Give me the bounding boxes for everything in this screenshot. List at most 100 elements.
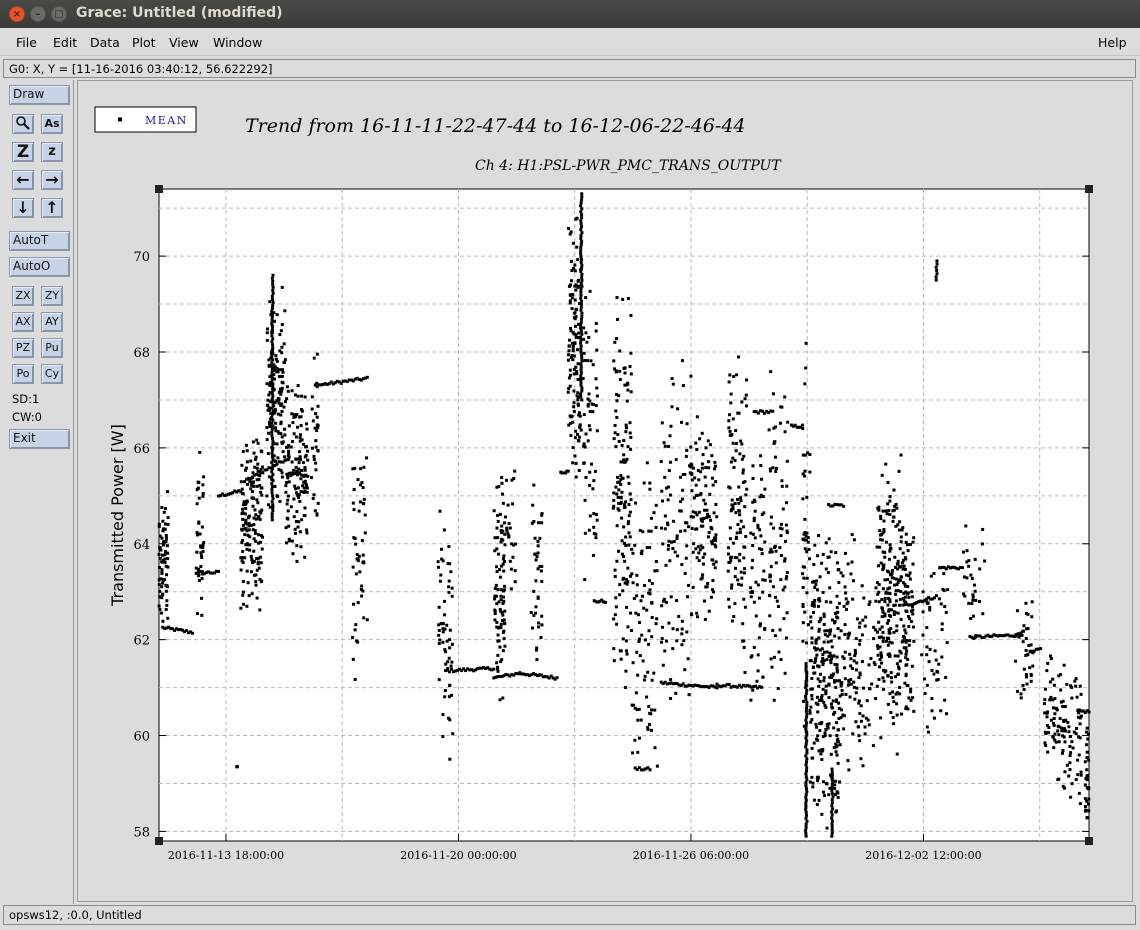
data-point bbox=[441, 734, 445, 738]
data-point bbox=[653, 708, 657, 712]
data-point bbox=[626, 522, 630, 526]
data-point bbox=[852, 538, 856, 542]
data-point bbox=[495, 565, 499, 569]
data-point bbox=[1068, 768, 1072, 772]
data-point bbox=[896, 611, 900, 615]
ay-button[interactable]: AY bbox=[41, 312, 63, 332]
legend-label: MEAN bbox=[145, 114, 188, 127]
data-point bbox=[761, 578, 765, 582]
scroll-up-button[interactable]: ↑ bbox=[41, 198, 63, 218]
data-point bbox=[439, 547, 443, 551]
data-point bbox=[1053, 738, 1057, 742]
data-point bbox=[803, 382, 807, 386]
data-point bbox=[619, 496, 623, 500]
scroll-down-button[interactable]: ↓ bbox=[12, 198, 34, 218]
data-point bbox=[763, 627, 767, 631]
menu-file[interactable]: File bbox=[16, 35, 37, 50]
plot-canvas[interactable]: MEAN Trend from 16-11-11-22-47-44 to 16-… bbox=[77, 80, 1133, 902]
selection-handle[interactable] bbox=[155, 185, 163, 193]
data-point bbox=[445, 639, 449, 643]
scroll-left-button[interactable]: ← bbox=[12, 170, 34, 190]
exit-button[interactable]: Exit bbox=[9, 429, 70, 449]
data-point bbox=[852, 659, 856, 663]
data-point bbox=[270, 445, 274, 449]
zx-button[interactable]: ZX bbox=[12, 286, 34, 306]
data-point bbox=[540, 564, 544, 568]
data-point bbox=[1022, 687, 1026, 691]
selection-handle[interactable] bbox=[1085, 837, 1093, 845]
data-point bbox=[619, 502, 623, 506]
selection-handle[interactable] bbox=[1085, 185, 1093, 193]
scroll-right-button[interactable]: → bbox=[41, 170, 63, 190]
maximize-window-button[interactable]: □ bbox=[51, 6, 67, 22]
data-point bbox=[769, 522, 773, 526]
data-point bbox=[685, 630, 689, 634]
zy-button[interactable]: ZY bbox=[41, 286, 63, 306]
data-point bbox=[568, 368, 572, 372]
minimize-window-button[interactable]: – bbox=[30, 6, 46, 22]
data-point bbox=[284, 541, 288, 545]
data-point bbox=[776, 605, 780, 609]
data-point bbox=[944, 610, 948, 614]
data-point bbox=[577, 435, 581, 439]
data-point bbox=[261, 471, 265, 475]
autoo-button[interactable]: AutoO bbox=[9, 257, 70, 277]
data-point bbox=[256, 541, 260, 545]
data-point bbox=[624, 669, 628, 673]
cy-button[interactable]: Cy bbox=[41, 364, 63, 384]
data-point bbox=[293, 393, 297, 397]
data-point bbox=[864, 615, 868, 619]
data-point bbox=[628, 431, 632, 435]
data-point bbox=[809, 620, 813, 624]
data-point bbox=[508, 526, 512, 530]
data-point bbox=[903, 567, 907, 571]
data-point bbox=[884, 639, 888, 643]
zoom-in-button[interactable]: Z bbox=[12, 142, 34, 162]
pz-button[interactable]: PZ bbox=[12, 338, 34, 358]
menu-window[interactable]: Window bbox=[213, 35, 262, 50]
selection-handle[interactable] bbox=[155, 837, 163, 845]
data-point bbox=[661, 499, 665, 503]
data-point bbox=[580, 353, 584, 357]
menu-help[interactable]: Help bbox=[1098, 35, 1127, 50]
autoscale-text-button[interactable]: As bbox=[41, 114, 63, 134]
data-point bbox=[361, 553, 365, 557]
zoom-button[interactable] bbox=[12, 114, 34, 134]
data-point bbox=[595, 518, 599, 522]
data-point bbox=[594, 536, 598, 540]
data-point bbox=[728, 413, 732, 417]
data-point bbox=[504, 515, 508, 519]
zoom-out-button[interactable]: z bbox=[41, 142, 63, 162]
data-point bbox=[730, 583, 734, 587]
data-point bbox=[878, 716, 882, 720]
data-point bbox=[271, 325, 275, 329]
data-point bbox=[436, 560, 440, 564]
ax-button[interactable]: AX bbox=[12, 312, 34, 332]
data-point bbox=[761, 590, 765, 594]
data-point bbox=[888, 692, 892, 696]
data-point bbox=[805, 531, 809, 535]
menu-edit[interactable]: Edit bbox=[53, 35, 77, 50]
data-point bbox=[580, 263, 584, 267]
pu-button[interactable]: Pu bbox=[41, 338, 63, 358]
data-point bbox=[567, 376, 571, 380]
data-point bbox=[804, 760, 808, 764]
data-point bbox=[579, 255, 583, 259]
data-point bbox=[863, 732, 867, 736]
autot-button[interactable]: AutoT bbox=[9, 231, 70, 251]
menu-plot[interactable]: Plot bbox=[132, 35, 156, 50]
draw-button[interactable]: Draw bbox=[9, 85, 70, 105]
data-point bbox=[158, 595, 162, 599]
data-point bbox=[579, 347, 583, 351]
data-point bbox=[805, 778, 809, 782]
data-point bbox=[737, 559, 741, 563]
data-point bbox=[251, 471, 255, 475]
po-button[interactable]: Po bbox=[12, 364, 34, 384]
menu-view[interactable]: View bbox=[169, 35, 199, 50]
data-point bbox=[259, 534, 263, 538]
data-point bbox=[883, 578, 887, 582]
data-point bbox=[1048, 680, 1052, 684]
menu-data[interactable]: Data bbox=[90, 35, 120, 50]
data-point bbox=[907, 595, 911, 599]
close-window-button[interactable]: × bbox=[9, 6, 25, 22]
